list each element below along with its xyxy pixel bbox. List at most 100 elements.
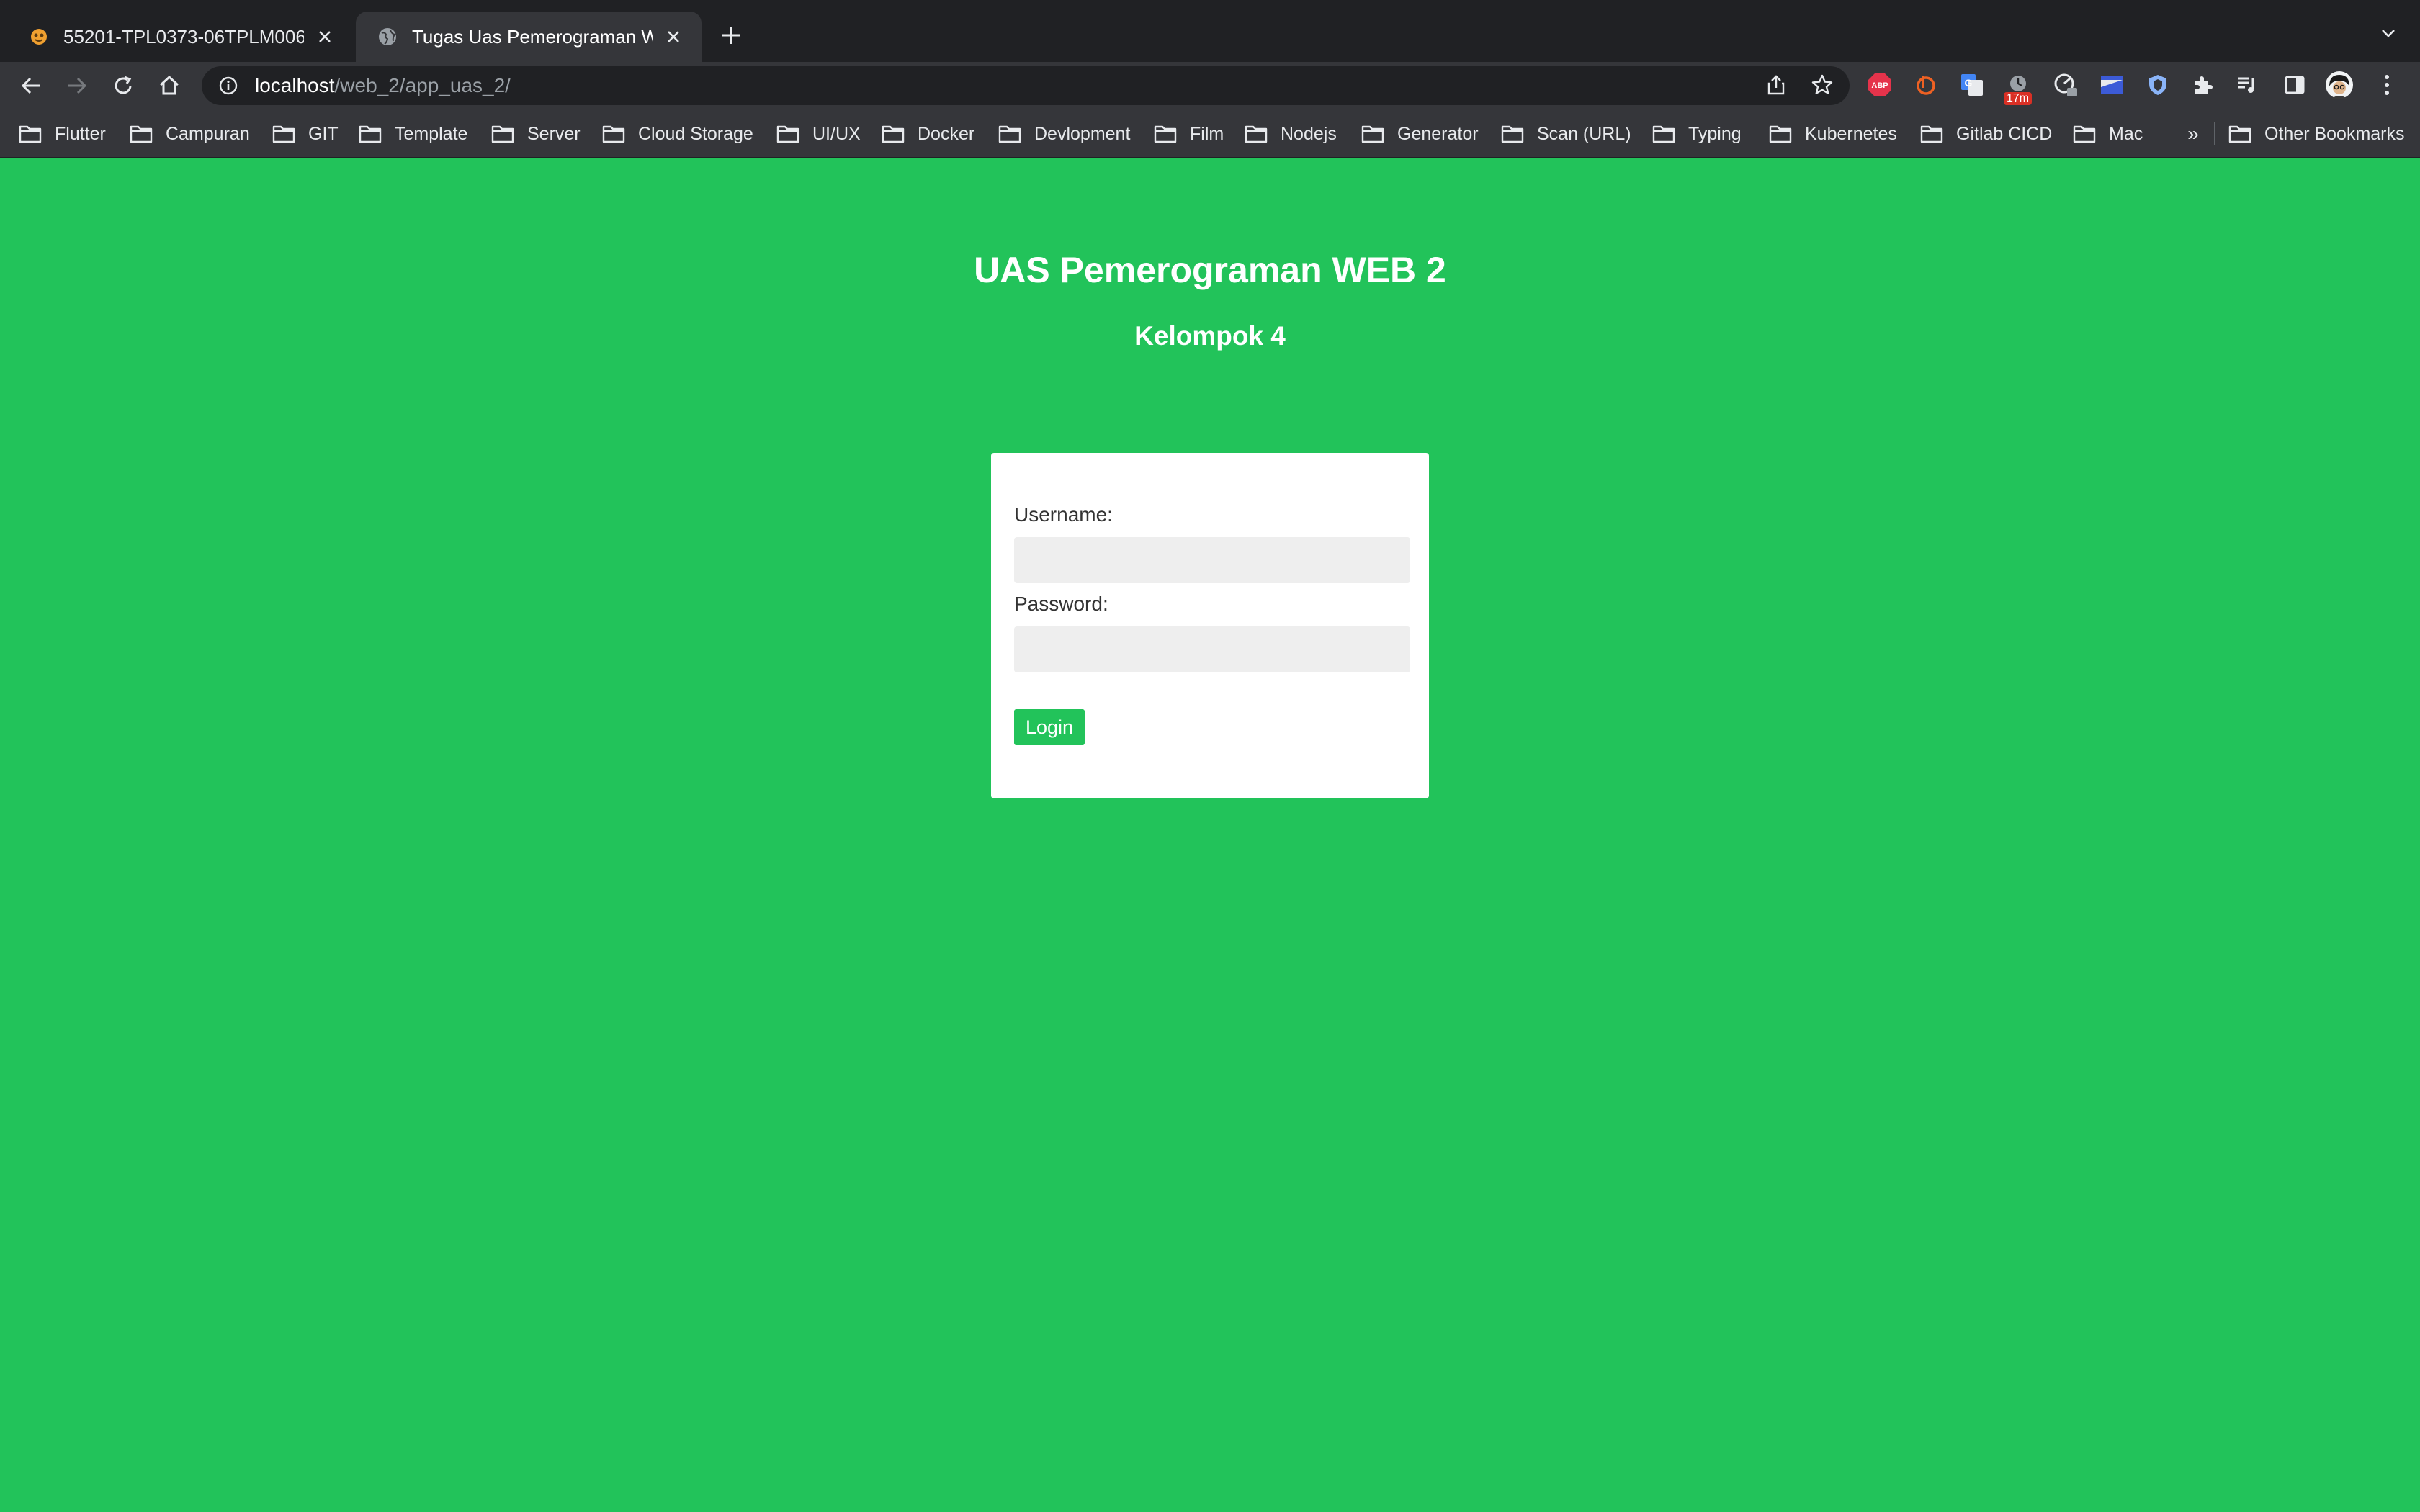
divider (2214, 122, 2215, 145)
bookmark-label: Server (527, 123, 581, 144)
side-panel-icon[interactable] (2279, 69, 2311, 101)
bookmark-label: Scan (URL) (1537, 123, 1631, 144)
bookmark-label: Film (1190, 123, 1224, 144)
svg-text:ABP: ABP (1871, 81, 1888, 90)
bookmark-folder[interactable]: UI/UX (776, 120, 861, 148)
tab-title: 55201-TPL0373-06TPLM006- (63, 25, 304, 48)
adblock-plus-icon[interactable]: ABP (1864, 69, 1896, 101)
login-form: Username: Password: Login (991, 453, 1429, 798)
folder-icon (1769, 125, 1792, 143)
bookmark-label: Docker (918, 123, 975, 144)
reload-icon (115, 76, 132, 94)
bookmark-folder[interactable]: Scan (URL) (1501, 120, 1631, 148)
folder-icon (882, 125, 905, 143)
folder-icon (19, 125, 42, 143)
forward-button[interactable] (59, 68, 95, 104)
star-icon (1811, 74, 1833, 94)
folder-icon (1920, 125, 1943, 143)
address-bar[interactable]: localhost/web_2/app_uas_2/ (202, 66, 1850, 105)
folder-icon (1501, 125, 1524, 143)
login-button[interactable]: Login (1014, 709, 1085, 745)
tab-search-button[interactable] (2374, 19, 2403, 48)
speed-dial-icon[interactable] (2050, 69, 2081, 101)
shield-icon[interactable] (2142, 69, 2174, 101)
bookmark-folder[interactable]: Campuran (130, 120, 250, 148)
folder-icon (998, 125, 1021, 143)
avatar[interactable] (2323, 69, 2355, 101)
info-icon[interactable] (218, 75, 239, 96)
bookmark-label: Mac (2109, 123, 2143, 144)
bookmark-folder[interactable]: Docker (882, 120, 974, 148)
bookmark-folder[interactable]: Cloud Storage (602, 120, 753, 148)
timer-badge: 17m (2004, 92, 2033, 105)
other-bookmarks[interactable]: Other Bookmarks (2228, 120, 2405, 148)
folder-icon (1154, 125, 1177, 143)
bookmark-folder[interactable]: Generator (1361, 120, 1479, 148)
window-resizer-icon[interactable] (2096, 69, 2128, 101)
more-menu-icon[interactable] (2371, 69, 2403, 101)
username-field[interactable] (1014, 537, 1410, 583)
bookmark-label: Generator (1397, 123, 1479, 144)
folder-icon (130, 125, 153, 143)
bookmark-folder[interactable]: Flutter (19, 120, 106, 148)
media-controls-icon[interactable] (2231, 69, 2263, 101)
folder-icon (272, 125, 295, 143)
share-button[interactable] (1760, 69, 1792, 101)
plus-icon (722, 27, 740, 44)
bookmark-folder[interactable]: Film (1154, 120, 1224, 148)
folder-icon (776, 125, 799, 143)
moodle-icon (29, 27, 49, 47)
folder-icon (1652, 125, 1675, 143)
puzzle-icon[interactable] (2187, 69, 2218, 101)
bookmark-folder[interactable]: Server (491, 120, 581, 148)
folder-icon (2073, 125, 2096, 143)
bookmark-label: Nodejs (1281, 123, 1337, 144)
new-tab-button[interactable] (713, 17, 749, 53)
tab-current[interactable]: Tugas Uas Pemerograman WEB (356, 12, 702, 62)
tab-title: Tugas Uas Pemerograman WEB (412, 25, 653, 48)
bookmark-folder[interactable]: Template (359, 120, 467, 148)
bookmark-folder[interactable]: Devlopment (998, 120, 1130, 148)
bookmark-folder[interactable]: Kubernetes (1769, 120, 1897, 148)
bookmark-label: Gitlab CICD (1956, 123, 2053, 144)
bookmarks-bar: Flutter Campuran GIT Template Server Clo… (0, 109, 2420, 158)
folder-icon (2228, 125, 2251, 143)
tab-moodle[interactable]: 55201-TPL0373-06TPLM006- (0, 12, 353, 62)
url-path: /web_2/app_uas_2/ (334, 74, 511, 96)
close-icon[interactable] (661, 24, 686, 49)
bookmark-label: Kubernetes (1805, 123, 1897, 144)
password-field[interactable] (1014, 626, 1410, 672)
page-title: UAS Pemerograman WEB 2 (974, 250, 1446, 290)
bookmark-folder[interactable]: Nodejs (1245, 120, 1337, 148)
close-icon[interactable] (313, 24, 337, 49)
folder-icon (602, 125, 625, 143)
chevron-down-icon (2382, 30, 2395, 37)
bookmark-folder[interactable]: GIT (272, 120, 339, 148)
bookmark-folder[interactable]: Gitlab CICD (1920, 120, 2052, 148)
bookmark-label: Flutter (55, 123, 106, 144)
home-icon (159, 75, 179, 95)
folder-icon (1361, 125, 1384, 143)
bookmark-label: UI/UX (812, 123, 861, 144)
back-button[interactable] (13, 68, 49, 104)
bookmark-folder[interactable]: Mac (2073, 120, 2143, 148)
bookmark-star-button[interactable] (1806, 69, 1838, 101)
bookmark-label: Typing (1688, 123, 1742, 144)
bookmark-label: Template (395, 123, 468, 144)
bookmark-label: Devlopment (1034, 123, 1131, 144)
reload-button[interactable] (105, 68, 141, 104)
google-translate-icon[interactable]: G (1956, 69, 1988, 101)
globe-icon (377, 27, 398, 47)
bookmarks-overflow-button[interactable]: » (2182, 120, 2204, 148)
share-icon (1767, 75, 1785, 95)
arrow-left-icon (21, 77, 40, 94)
arrow-right-icon (68, 77, 87, 94)
bitly-icon[interactable] (1910, 69, 1942, 101)
timer-extension-icon[interactable]: 17m (2002, 69, 2034, 105)
folder-icon (359, 125, 382, 143)
bookmark-label: Cloud Storage (638, 123, 753, 144)
bookmark-folder[interactable]: Typing (1652, 120, 1742, 148)
svg-text:G: G (1965, 77, 1973, 89)
url-host: localhost (255, 74, 335, 96)
home-button[interactable] (151, 68, 187, 104)
